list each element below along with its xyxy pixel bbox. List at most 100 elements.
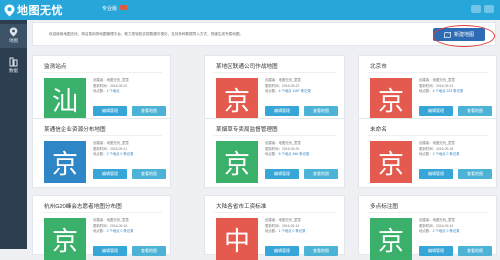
creator-label: 创建者： [265,218,279,222]
view-map-button[interactable]: 查看地图 [304,246,338,256]
edit-button-label: 编辑管理 [102,171,118,176]
creator-value: 地图无忧_童童 [106,78,129,82]
count-value: 2 个地点 [106,152,120,157]
count-label: 地点数： [265,152,279,157]
thumbnail-char: 中 [223,226,250,257]
edit-manage-button[interactable]: 编辑管理 [93,246,127,256]
view-map-button[interactable]: 查看地图 [132,169,166,179]
card-info: 创建者：地图无忧_童童 更新时间：2016-09-14 地点数：2 个地点 0 条记… [419,218,460,235]
record-count: 466 条记录 [292,152,310,157]
map-card[interactable]: 未命名京创建者：地图无忧_童童 更新时间：2016-09-18 地点数：2 个地点 … [358,118,497,188]
message-icon[interactable] [471,5,481,13]
edit-manage-button[interactable]: 编辑管理 [93,106,127,116]
view-map-button[interactable]: 查看地图 [304,106,338,116]
sidebar-item-map[interactable]: 地图 [0,24,27,48]
top-bar: 地图无忧 专业版 [0,0,500,20]
sidebar-item-data[interactable]: 数据 [0,54,27,78]
edit-manage-button[interactable]: 编辑管理 [265,106,299,116]
count-value: 4 个地点 [278,89,292,94]
updated-label: 更新时间： [265,83,282,88]
updated-label: 更新时间： [419,83,436,88]
card-info: 创建者：地图无忧_童童 更新时间：2016-09-16 地点数：2 个地点 0 条记… [93,218,134,235]
count-label: 地点数： [265,229,279,234]
top-right-icons [471,5,494,13]
thumbnail-char: 汕 [51,86,78,117]
new-map-button[interactable]: 新建地图 [433,28,485,41]
map-thumbnail[interactable]: 京 [370,78,412,120]
record-count: 223 条记录 [446,89,464,94]
count-value: 2 个地点 [432,152,446,157]
record-count: 0 条记录 [120,229,134,234]
divider [41,135,162,136]
creator-label: 创建者： [93,218,107,222]
map-pin-icon [9,27,18,37]
edit-manage-button[interactable]: 编辑管理 [265,169,299,179]
card-title[interactable]: 某烟草专卖局监督管理图 [216,125,278,133]
card-title[interactable]: 某通信企业资源分布地图 [44,125,106,133]
map-thumbnail[interactable]: 汕 [44,78,86,120]
edit-manage-button[interactable]: 编辑管理 [419,106,453,116]
card-title[interactable]: 多点标注图 [370,202,398,210]
edit-manage-button[interactable]: 编辑管理 [265,246,299,256]
view-map-button[interactable]: 查看地图 [132,106,166,116]
map-card[interactable]: 某烟草专卖局监督管理图京创建者：地图无忧_童童 更新时间：2016-09-20 地点… [204,118,345,188]
card-title[interactable]: 某地区联通公司作战地图 [216,62,278,70]
updated-label: 更新时间： [265,223,282,228]
map-thumbnail[interactable]: 京 [216,141,258,183]
map-card[interactable]: 某通信企业资源分布地图京创建者：地图无忧_童童 更新时间：2016-09-21 地点… [32,118,171,188]
map-thumbnail[interactable]: 京 [370,218,412,260]
map-card[interactable]: 大陆各省市工资标准中创建者：地图无忧_童童 更新时间：2016-09-14 地点数：… [204,195,345,260]
notice-text: 欢迎使用地图无忧，简洁易用的地图管理平台，助力您轻松实现数据可视化，支持多种数据… [49,32,244,36]
creator-label: 创建者： [419,141,433,145]
map-thumbnail[interactable]: 中 [216,218,258,260]
user-name[interactable]: 专业版 [102,5,117,12]
view-button-label: 查看地图 [467,171,483,176]
edit-manage-button[interactable]: 编辑管理 [419,246,453,256]
record-count: 0 条记录 [446,152,460,157]
count-value: 1 个地点 [106,89,120,94]
map-card[interactable]: 多点标注图京创建者：地图无忧_童童 更新时间：2016-09-14 地点数：2 个地… [358,195,497,260]
view-map-button[interactable]: 查看地图 [304,169,338,179]
divider [367,135,488,136]
thumbnail-char: 京 [377,86,404,117]
map-thumbnail[interactable]: 京 [44,141,86,183]
updated-value: 2016-09-14 [435,223,454,228]
card-title[interactable]: 未命名 [370,125,387,133]
count-line: 地点数：2 个地点 0 条记录 [93,152,134,158]
view-button-label: 查看地图 [313,108,329,113]
card-title[interactable]: 杭州G20峰会志愿者地图分布图 [44,202,122,210]
map-thumbnail[interactable]: 京 [44,218,86,260]
count-line: 地点数：4 个地点 223 条记录 [419,89,463,95]
view-map-button[interactable]: 查看地图 [132,246,166,256]
card-actions: 编辑管理 查看地图 [265,246,338,256]
map-thumbnail[interactable]: 京 [216,78,258,120]
card-info: 创建者：地图无忧_童童 更新时间：2016-09-22 地点数：1 个地点 [93,78,129,95]
view-map-button[interactable]: 查看地图 [458,246,492,256]
map-thumbnail[interactable]: 京 [370,141,412,183]
card-info: 创建者：地图无忧_童童 更新时间：2016-09-21 地点数：4 个地点 223 … [419,78,463,95]
count-label: 地点数： [93,152,107,157]
edit-button-label: 编辑管理 [428,171,444,176]
sidebar: 地图 数据 [0,20,27,249]
count-line: 地点数：1 个地点 0 条记录 [265,229,306,235]
card-title[interactable]: 北京市 [370,62,387,70]
creator-value: 地图无忧_童童 [432,78,455,82]
edit-button-label: 编辑管理 [102,108,118,113]
card-title[interactable]: 大陆各省市工资标准 [216,202,266,210]
view-map-button[interactable]: 查看地图 [458,169,492,179]
map-card[interactable]: 北京市京创建者：地图无忧_童童 更新时间：2016-09-21 地点数：4 个地点 … [358,55,497,125]
settings-icon[interactable] [484,5,494,13]
map-card[interactable]: 某地区联通公司作战地图京创建者：地图无忧_童童 更新时间：2016-09-22 地点… [204,55,345,125]
map-pin-logo-icon [4,4,15,16]
card-title[interactable]: 监测站点 [44,62,66,70]
card-actions: 编辑管理 查看地图 [265,169,338,179]
map-card[interactable]: 监测站点汕创建者：地图无忧_童童 更新时间：2016-09-22 地点数：1 个地点… [32,55,171,125]
view-map-button[interactable]: 查看地图 [458,106,492,116]
divider [213,212,336,213]
map-card[interactable]: 杭州G20峰会志愿者地图分布图京创建者：地图无忧_童童 更新时间：2016-09-… [32,195,171,260]
updated-value: 2016-09-14 [281,223,300,228]
app-logo[interactable]: 地图无忧 [4,3,63,17]
edit-manage-button[interactable]: 编辑管理 [93,169,127,179]
edit-manage-button[interactable]: 编辑管理 [419,169,453,179]
divider [213,72,336,73]
